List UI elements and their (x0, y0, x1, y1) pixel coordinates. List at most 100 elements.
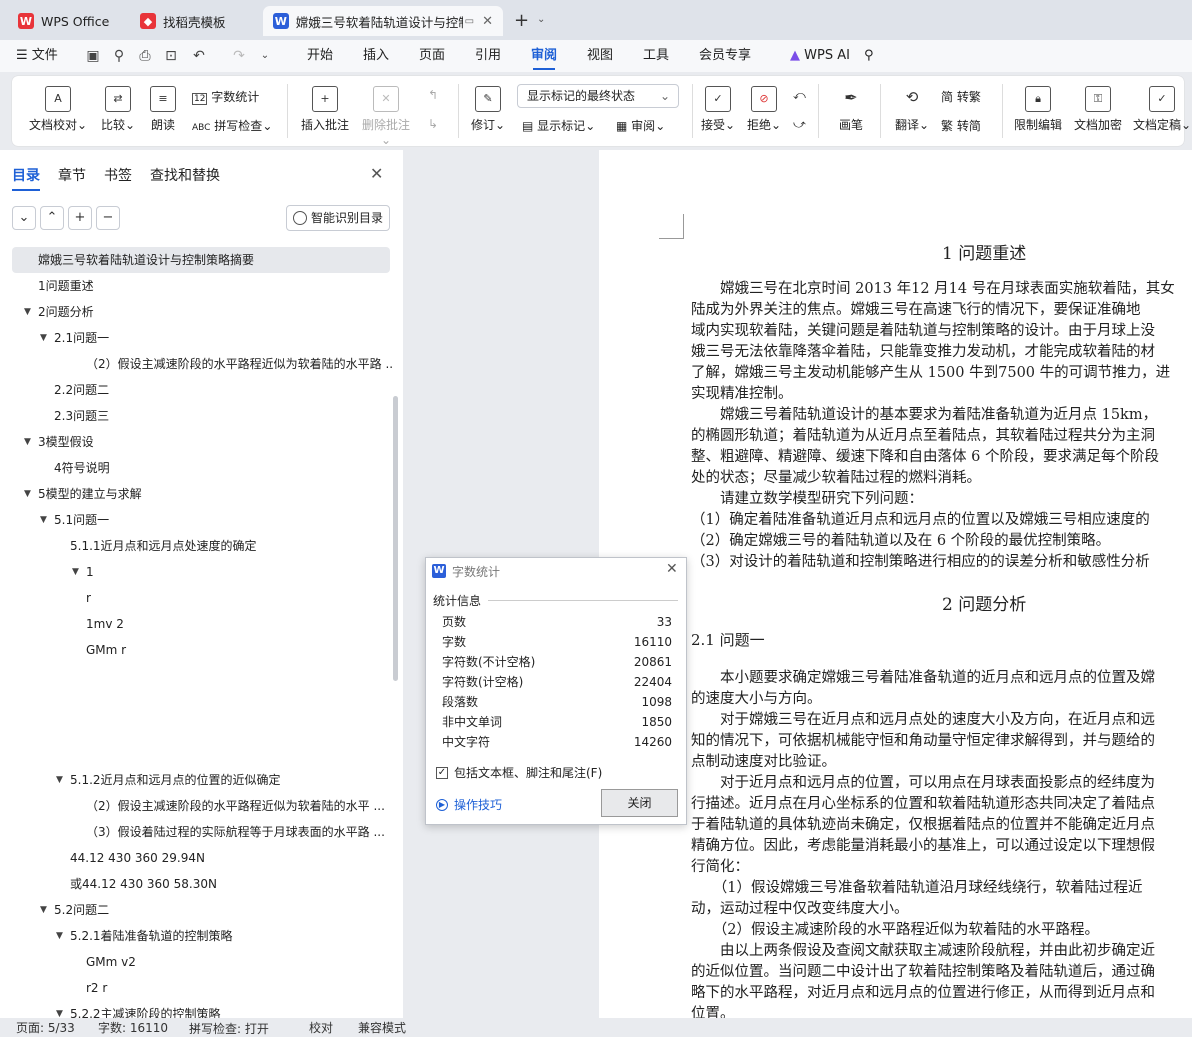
track-changes-button[interactable]: ✎ 修订⌄ (468, 86, 508, 133)
expand-arrow-icon[interactable]: ▼ (24, 299, 31, 325)
accept-button[interactable]: ✓ 接受⌄ (698, 86, 738, 133)
expand-arrow-icon[interactable]: ▼ (40, 325, 47, 351)
print-preview-icon[interactable]: ⊡ (162, 47, 180, 65)
new-tab-icon[interactable]: + (514, 10, 529, 31)
expand-arrow-icon[interactable]: ▼ (40, 507, 47, 533)
to-traditional-button[interactable]: 简 转繁 (941, 88, 981, 105)
toc-item[interactable]: ▼ 3模型假设 (0, 429, 392, 455)
toc-item[interactable]: 或44.12 430 360 58.30N (0, 871, 392, 897)
status-words[interactable]: 字数: 16110 (98, 1019, 168, 1036)
toc-item[interactable]: ▼ 2.1问题一 (0, 325, 392, 351)
expand-arrow-icon[interactable]: ▼ (56, 923, 63, 949)
tab-bookmarks[interactable]: 书签 (104, 165, 132, 185)
toc-item[interactable]: GMm v2 (0, 949, 392, 975)
close-button[interactable]: 关闭 (601, 789, 678, 817)
toc-item[interactable]: r (0, 585, 392, 611)
review-pane-button[interactable]: ▦ 审阅⌄ (616, 117, 665, 134)
next-comment-icon[interactable]: ↳ (428, 117, 438, 131)
menu-insert[interactable]: 插入 (363, 40, 389, 72)
to-simplified-button[interactable]: 繁 转简 (941, 117, 981, 134)
read-aloud-button[interactable]: ≡ 朗读 (146, 86, 180, 133)
expand-arrow-icon[interactable]: ▼ (72, 559, 79, 585)
expand-arrow-icon[interactable]: ▼ (56, 767, 63, 793)
toc-item[interactable]: r2 r (0, 975, 392, 1001)
status-page[interactable]: 页面: 5/33 (16, 1019, 75, 1036)
menu-home[interactable]: 开始 (307, 40, 333, 72)
menu-view[interactable]: 视图 (587, 40, 613, 72)
status-spell[interactable]: 拼写检查: 打开 ⌄ (189, 1019, 269, 1036)
toc-item[interactable]: （2）假设主减速阶段的水平路程近似为软着陆的水平路 ... (0, 351, 392, 377)
toc-item[interactable]: 4符号说明 (0, 455, 392, 481)
delete-comment-button[interactable]: ✕ 删除批注⌄ (358, 86, 414, 147)
menu-review[interactable]: 审阅 (531, 40, 557, 72)
menu-reference[interactable]: 引用 (475, 40, 501, 72)
remove-level-icon[interactable]: − (96, 206, 120, 230)
compare-button[interactable]: ⇄ 比较⌄ (96, 86, 140, 133)
toc-item[interactable]: ▼ 2问题分析 (0, 299, 392, 325)
tab-document[interactable]: W 嫦娥三号软着陆轨道设计与控制 ▭ ✕ (263, 6, 503, 36)
encrypt-button[interactable]: ⚿ 文档加密 (1072, 86, 1124, 133)
prev-change-icon[interactable]: ⤺ (793, 88, 806, 103)
redo-icon[interactable]: ↷ (230, 47, 248, 65)
reject-button[interactable]: ⊘ 拒绝⌄ (744, 86, 784, 133)
tips-link[interactable]: ▶ 操作技巧 (436, 796, 502, 813)
tab-docer[interactable]: ◆ 找稻壳模板 (130, 6, 258, 36)
show-markup-button[interactable]: ▤ 显示标记⌄ (522, 117, 595, 134)
smart-toc-button[interactable]: 智能识别目录 (286, 205, 390, 231)
toc-item[interactable]: ▼ 5.2.1着陆准备轨道的控制策略 (0, 923, 392, 949)
status-proof[interactable]: 校对 (309, 1019, 333, 1036)
close-icon[interactable]: ✕ (666, 561, 678, 577)
restrict-edit-button[interactable]: 🔒︎ 限制编辑 (1012, 86, 1064, 133)
toc-item[interactable]: ▼ 5.1.2近月点和远月点的位置的近似确定 (0, 767, 392, 793)
menu-page[interactable]: 页面 (419, 40, 445, 72)
link-icon[interactable]: ⚲ (110, 47, 128, 65)
menu-tools[interactable]: 工具 (643, 40, 669, 72)
menu-file[interactable]: ☰ 文件 (16, 40, 58, 72)
expand-arrow-icon[interactable]: ▼ (24, 481, 31, 507)
toc-item[interactable]: 5.1.1近月点和远月点处速度的确定 (0, 533, 392, 559)
toc-item[interactable]: 44.12 430 360 29.94N (0, 845, 392, 871)
spell-check-button[interactable]: ABC 拼写检查⌄ (192, 117, 272, 134)
toc-item[interactable]: GMm r (0, 637, 392, 663)
tab-wps-office[interactable]: W WPS Office (8, 6, 123, 36)
save-icon[interactable]: ▣ (84, 47, 102, 65)
add-level-icon[interactable]: + (68, 206, 92, 230)
next-change-icon[interactable]: ⤻ (793, 117, 806, 132)
toc-item[interactable]: ▼ 5模型的建立与求解 (0, 481, 392, 507)
collapse-icon[interactable]: ⌄ (12, 206, 36, 230)
markup-state-select[interactable]: 显示标记的最终状态 ⌄ (517, 84, 679, 108)
search-icon[interactable]: ⚲ (864, 40, 874, 72)
word-count-button[interactable]: 12 字数统计 (192, 88, 259, 105)
toc-item[interactable]: 2.2问题二 (0, 377, 392, 403)
doc-proof-button[interactable]: A 文档校对⌄ (28, 86, 88, 133)
menu-wps-ai[interactable]: ▲ WPS AI (790, 40, 850, 72)
undo-icon[interactable]: ↶ (190, 47, 208, 65)
toc-item[interactable]: ▼ 5.2问题二 (0, 897, 392, 923)
tab-find-replace[interactable]: 查找和替换 (150, 165, 220, 185)
toc-item[interactable]: （2）假设主减速阶段的水平路程近似为软着陆的水平 ... (0, 793, 392, 819)
more-icon[interactable]: ⌄ (256, 47, 274, 65)
close-icon[interactable]: ✕ (370, 164, 383, 183)
toc-item[interactable]: 1问题重述 (0, 273, 392, 299)
scrollbar[interactable] (393, 396, 398, 681)
expand-arrow-icon[interactable]: ▼ (24, 429, 31, 455)
translate-button[interactable]: ⟲ 翻译⌄ (892, 86, 932, 133)
chevron-down-icon[interactable]: ⌄ (537, 14, 545, 25)
tab-toc[interactable]: 目录 (12, 165, 40, 191)
expand-arrow-icon[interactable]: ▼ (40, 897, 47, 923)
toc-item[interactable]: 1mv 2 (0, 611, 392, 637)
toc-item[interactable]: ▼ 5.1问题一 (0, 507, 392, 533)
menu-member[interactable]: 会员专享 (699, 40, 751, 72)
toc-item[interactable]: 嫦娥三号软着陆轨道设计与控制策略摘要 (12, 247, 390, 273)
toc-item[interactable]: （3）假设着陆过程的实际航程等于月球表面的水平路 ... (0, 819, 392, 845)
insert-comment-button[interactable]: + 插入批注 (297, 86, 353, 133)
toc-item[interactable]: ▼ 1 (0, 559, 392, 585)
print-icon[interactable]: ⎙ (136, 47, 154, 65)
expand-icon[interactable]: ⌃ (40, 206, 64, 230)
pen-button[interactable]: ✒ 画笔 (834, 86, 868, 133)
close-tab-icon[interactable]: ✕ (482, 14, 493, 29)
document-page[interactable]: 1 问题重述 嫦娥三号在北京时间 2013 年12 月14 号在月球表面实施软着… (599, 150, 1192, 1018)
include-textbox-checkbox[interactable]: ✓ 包括文本框、脚注和尾注(F) (436, 764, 602, 781)
tab-chapters[interactable]: 章节 (58, 165, 86, 185)
finalize-button[interactable]: ✓ 文档定稿⌄ (1132, 86, 1192, 133)
